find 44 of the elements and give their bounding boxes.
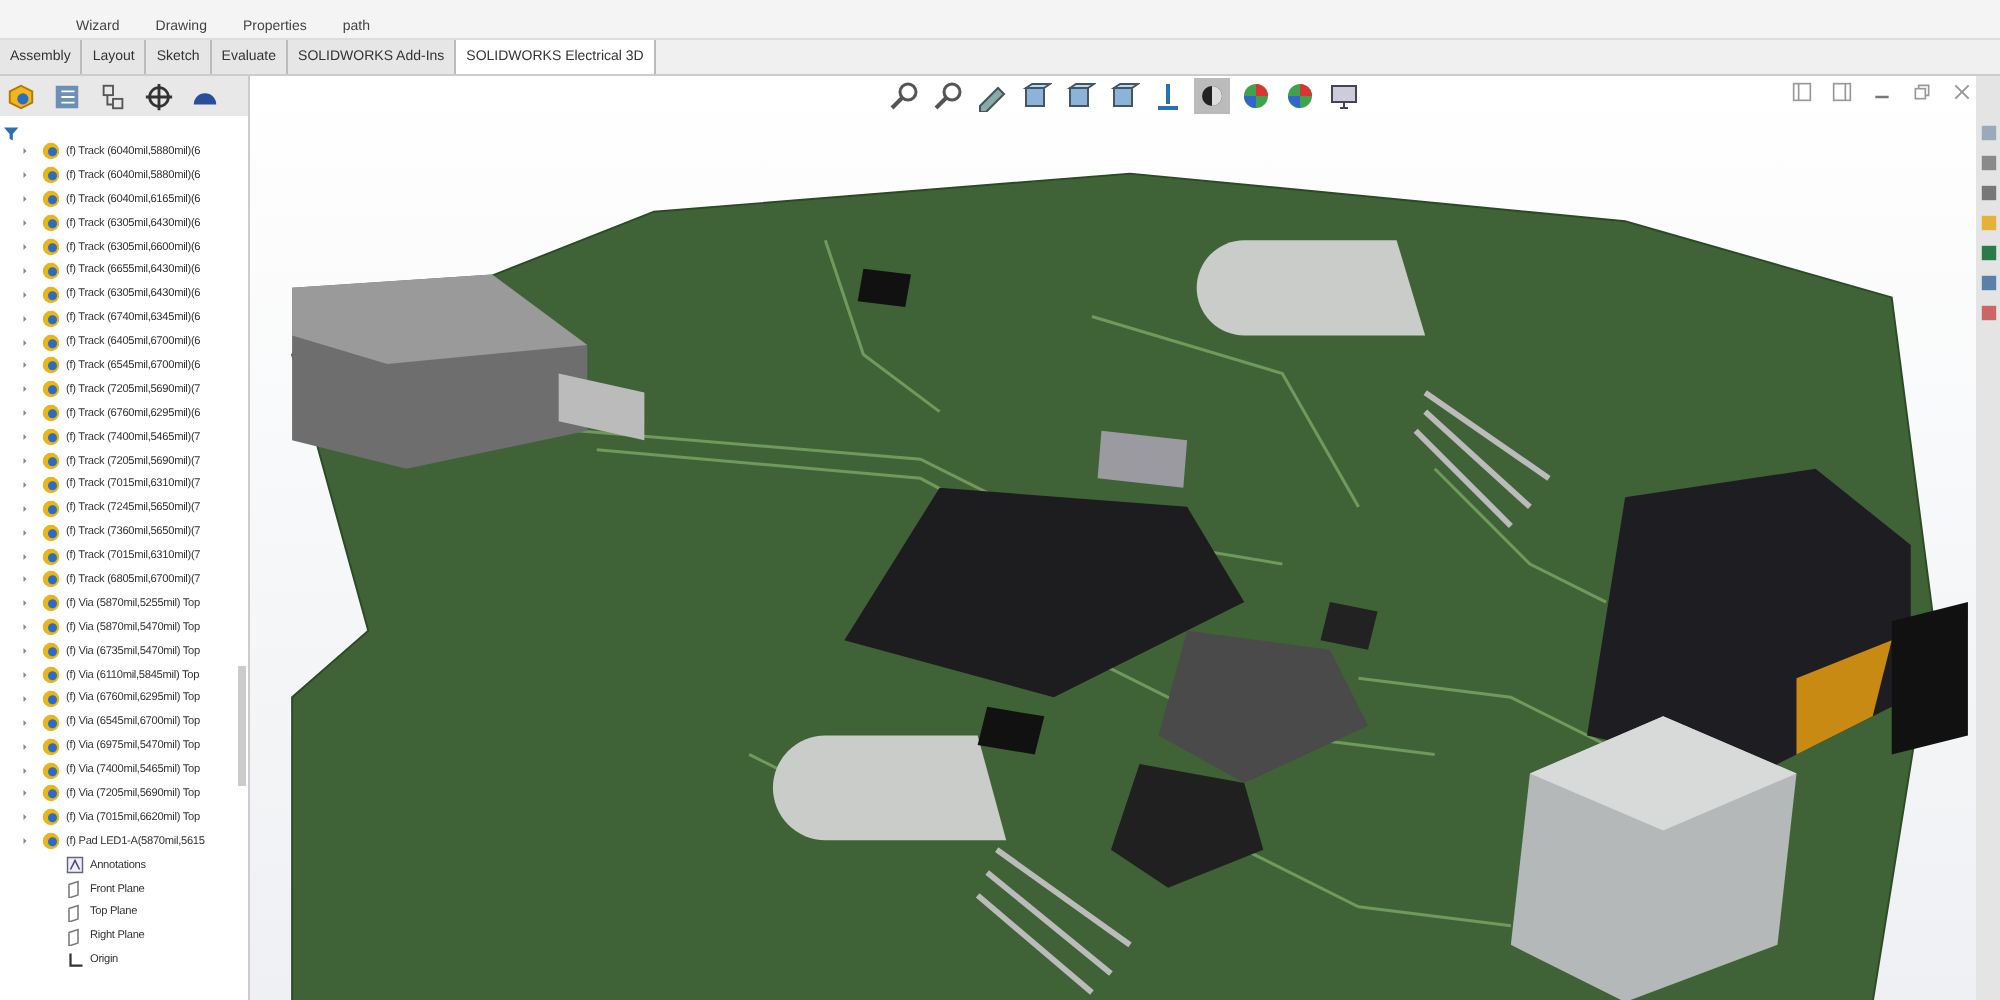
expand-arrow-icon[interactable] xyxy=(22,648,28,655)
list-icon[interactable] xyxy=(52,81,82,111)
expand-arrow-icon[interactable] xyxy=(22,220,28,227)
filter-icon[interactable] xyxy=(4,126,20,142)
expand-arrow-icon[interactable] xyxy=(22,505,28,512)
expand-arrow-icon[interactable] xyxy=(22,315,28,322)
close-icon[interactable] xyxy=(1952,82,1972,102)
expand-arrow-icon[interactable] xyxy=(22,814,28,821)
expand-arrow-icon[interactable] xyxy=(22,600,28,607)
expand-arrow-icon[interactable] xyxy=(22,695,28,702)
restore-icon[interactable] xyxy=(1912,82,1932,102)
expand-arrow-icon[interactable] xyxy=(22,458,28,465)
tile-left-icon[interactable] xyxy=(1792,82,1812,102)
expand-arrow-icon[interactable] xyxy=(22,838,28,845)
expand-arrow-icon[interactable] xyxy=(22,529,28,536)
expand-arrow-icon[interactable] xyxy=(22,672,28,679)
zoom-fit-icon[interactable] xyxy=(886,78,922,114)
expand-arrow-icon[interactable] xyxy=(22,553,28,560)
expand-arrow-icon[interactable] xyxy=(22,624,28,631)
expand-arrow-icon[interactable] xyxy=(22,410,28,417)
expand-arrow-icon[interactable] xyxy=(22,196,28,203)
expand-arrow-icon[interactable] xyxy=(22,481,28,488)
expand-arrow-icon[interactable] xyxy=(22,790,28,797)
expand-arrow-icon[interactable] xyxy=(22,743,28,750)
origin-icon xyxy=(66,951,84,970)
configuration-icon[interactable] xyxy=(98,81,128,111)
expand-arrow-icon[interactable] xyxy=(22,267,28,274)
expand-arrow-icon[interactable] xyxy=(22,362,28,369)
expand-arrow-icon[interactable] xyxy=(22,339,28,346)
expand-arrow-icon[interactable] xyxy=(22,291,28,298)
expand-arrow-icon[interactable] xyxy=(22,576,28,583)
expand-arrow-icon[interactable] xyxy=(22,148,28,155)
tile-right-icon[interactable] xyxy=(1832,82,1852,102)
expand-arrow-icon[interactable] xyxy=(22,719,28,726)
expand-arrow-icon[interactable] xyxy=(22,767,28,774)
annotations-icon xyxy=(66,856,84,875)
part-icon[interactable] xyxy=(6,81,36,111)
expand-arrow-icon[interactable] xyxy=(22,172,28,179)
expand-arrow-icon[interactable] xyxy=(22,434,28,441)
display-style-icon[interactable] xyxy=(1194,78,1230,114)
crosshair-icon[interactable] xyxy=(144,81,174,111)
expand-arrow-icon[interactable] xyxy=(22,386,28,393)
scrollbar[interactable] xyxy=(238,666,246,786)
zoom-area-icon[interactable] xyxy=(930,78,966,114)
